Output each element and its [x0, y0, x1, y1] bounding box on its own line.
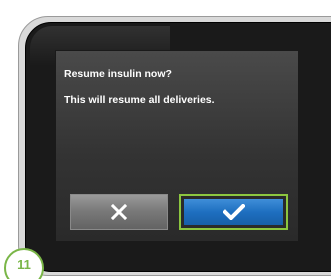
step-number: 11: [17, 257, 31, 272]
confirm-button-face: [184, 199, 283, 225]
cancel-button[interactable]: [70, 194, 168, 230]
confirm-button[interactable]: [179, 194, 288, 230]
dialog-message: This will resume all deliveries.: [64, 94, 215, 106]
dialog-title: Resume insulin now?: [64, 68, 172, 80]
close-icon: [111, 204, 127, 220]
device-screen: Resume insulin now? This will resume all…: [55, 50, 299, 242]
checkmark-icon: [222, 204, 245, 220]
figure-canvas: Resume insulin now? This will resume all…: [0, 0, 331, 279]
